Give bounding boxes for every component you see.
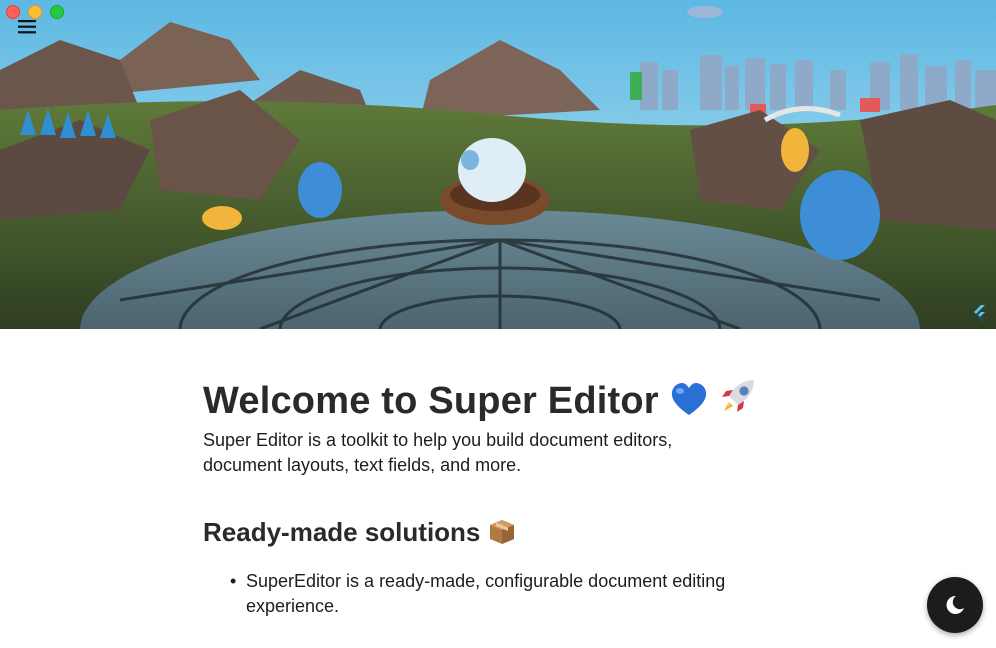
app-window: Welcome to Super Editor Super Editor is <box>0 0 996 648</box>
dark-mode-moon-icon <box>946 595 964 614</box>
solutions-list: • SuperEditor is a ready-made, configura… <box>203 569 803 619</box>
zoom-window-button[interactable] <box>50 5 64 19</box>
section-heading: Ready-made solutions <box>203 515 803 550</box>
document-title: Welcome to Super Editor <box>203 378 803 423</box>
theme-toggle-button[interactable] <box>927 577 983 633</box>
rocket-icon <box>718 378 758 422</box>
document-editor[interactable]: Welcome to Super Editor Super Editor is <box>203 378 803 619</box>
close-window-button[interactable] <box>6 5 20 19</box>
package-icon <box>488 516 516 550</box>
intro-paragraph: Super Editor is a toolkit to help you bu… <box>203 430 673 475</box>
flutter-logo-icon <box>972 305 986 326</box>
header-banner-image <box>0 0 996 329</box>
bullet-icon: • <box>230 571 237 591</box>
menu-icon <box>18 20 36 34</box>
minimize-window-button[interactable] <box>28 5 42 19</box>
list-item-text: SuperEditor is a ready-made, configurabl… <box>246 571 726 616</box>
title-text: Welcome to Super Editor <box>203 380 659 422</box>
section-heading-text: Ready-made solutions <box>203 517 481 547</box>
blue-heart-icon <box>670 378 708 422</box>
window-controls <box>6 5 64 19</box>
list-item: • SuperEditor is a ready-made, configura… <box>203 569 786 619</box>
